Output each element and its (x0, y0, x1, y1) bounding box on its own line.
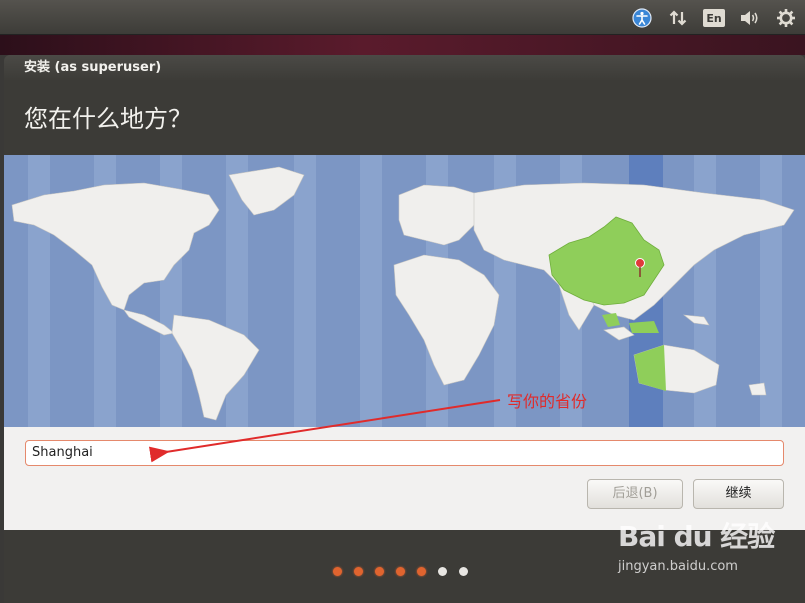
settings-gear-icon[interactable] (775, 7, 797, 29)
progress-dot-step-4 (396, 567, 405, 576)
window-title: 安装 (as superuser) (4, 55, 805, 81)
volume-icon[interactable] (739, 7, 761, 29)
accessibility-icon[interactable] (631, 7, 653, 29)
continue-button[interactable]: 继续 (693, 479, 784, 509)
progress-dot-step-5 (417, 567, 426, 576)
page-heading: 您在什么地方？ (24, 105, 192, 133)
progress-dot-step-1 (333, 567, 342, 576)
watermark-brand: Bai du 经验 (618, 520, 775, 553)
watermark: Bai du 经验 jingyan.baidu.com (618, 515, 775, 574)
highlight-island (629, 321, 659, 333)
back-button[interactable]: 后退(B) (587, 479, 683, 509)
timezone-map[interactable] (4, 155, 805, 427)
annotation-label: 写你的省份 (507, 392, 588, 411)
keyboard-layout-indicator[interactable]: En (703, 9, 725, 27)
watermark-url: jingyan.baidu.com (618, 559, 738, 574)
progress-dots (333, 567, 468, 576)
indicator-area: En (631, 6, 797, 30)
top-panel: En (0, 0, 805, 35)
city-input[interactable] (25, 440, 784, 466)
continents (11, 166, 795, 421)
progress-dot-step-3 (375, 567, 384, 576)
progress-dot-step-2 (354, 567, 363, 576)
desktop-wallpaper-strip (0, 35, 805, 55)
network-icon[interactable] (667, 7, 689, 29)
progress-dot-step-7 (459, 567, 468, 576)
progress-dot-step-6 (438, 567, 447, 576)
